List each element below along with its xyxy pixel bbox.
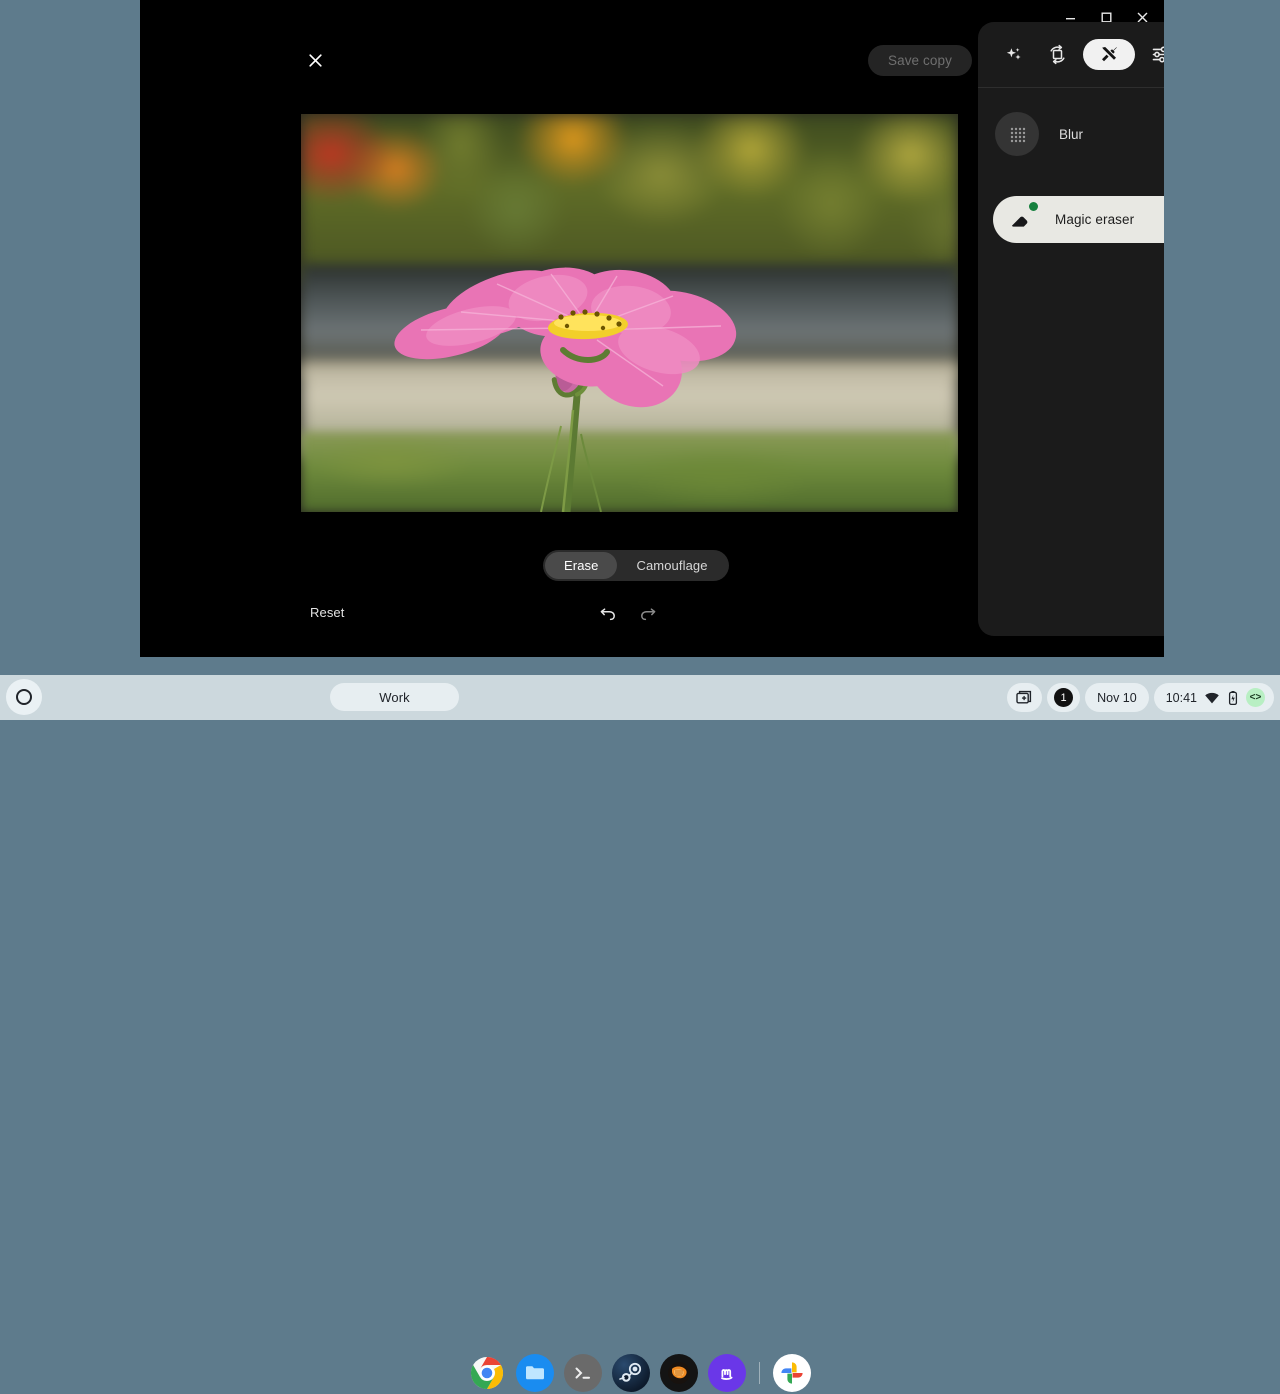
battery-icon [1227, 690, 1239, 706]
erase-mode-toggle[interactable]: Erase Camouflage [543, 550, 729, 581]
shelf-divider [759, 1362, 760, 1384]
date-tray-item[interactable]: Nov 10 [1085, 683, 1149, 712]
system-tray: 1 Nov 10 10:41 <> [1007, 683, 1274, 712]
eraser-icon [999, 198, 1043, 242]
erase-segment[interactable]: Erase [545, 552, 617, 579]
launcher-button[interactable] [6, 679, 42, 715]
tool-tab-strip [978, 22, 1164, 88]
tool-label-magic-eraser: Magic eraser [1055, 212, 1134, 227]
notification-tray-button[interactable]: 1 [1047, 683, 1080, 712]
camouflage-segment[interactable]: Camouflage [617, 552, 726, 579]
tool-panel: Blur Magic eraser Done [978, 22, 1164, 636]
shelf-app-list [468, 1352, 811, 1394]
clock-label: 10:41 [1166, 691, 1197, 705]
shelf-app-terminal[interactable] [564, 1354, 602, 1392]
status-tray-button[interactable]: 10:41 <> [1154, 683, 1274, 712]
adjust-tab[interactable] [1143, 41, 1164, 69]
save-copy-button[interactable]: Save copy [868, 45, 972, 76]
shelf-app-mastodon[interactable] [708, 1354, 746, 1392]
reset-button[interactable]: Reset [310, 605, 344, 623]
photos-editor-window: Save copy [140, 0, 1164, 657]
notification-count-badge: 1 [1054, 688, 1073, 707]
desk-name-button[interactable]: Work [330, 683, 459, 711]
crop-rotate-tab[interactable] [1040, 41, 1076, 69]
enhance-tab[interactable] [996, 41, 1032, 69]
shelf-app-chrome[interactable] [468, 1354, 506, 1392]
developer-mode-badge[interactable]: <> [1246, 688, 1265, 707]
editor-canvas-area: Save copy [140, 0, 978, 657]
wifi-icon [1204, 690, 1220, 706]
shelf-app-files[interactable] [516, 1354, 554, 1392]
photo-flower-layer [301, 114, 958, 512]
new-badge-dot [1029, 202, 1038, 211]
desktop-background: Save copy [0, 0, 1280, 720]
system-shelf: Work [0, 675, 1280, 720]
tool-label-blur: Blur [1059, 127, 1083, 142]
tool-row-blur[interactable]: Blur [993, 106, 1164, 162]
launcher-icon [16, 689, 32, 705]
dot-grid-icon [995, 112, 1039, 156]
redo-icon[interactable] [635, 600, 661, 626]
close-editor-icon[interactable] [300, 45, 330, 75]
shelf-app-photos[interactable] [773, 1354, 811, 1392]
tools-tab[interactable] [1083, 39, 1135, 70]
date-label: Nov 10 [1097, 691, 1137, 705]
shelf-app-steam[interactable] [612, 1354, 650, 1392]
tool-row-magic-eraser[interactable]: Magic eraser Done [993, 196, 1164, 243]
photo-preview[interactable] [301, 114, 958, 512]
undo-icon[interactable] [595, 600, 621, 626]
screen-capture-button[interactable] [1007, 683, 1042, 712]
shelf-app-firefox-app[interactable] [660, 1354, 698, 1392]
